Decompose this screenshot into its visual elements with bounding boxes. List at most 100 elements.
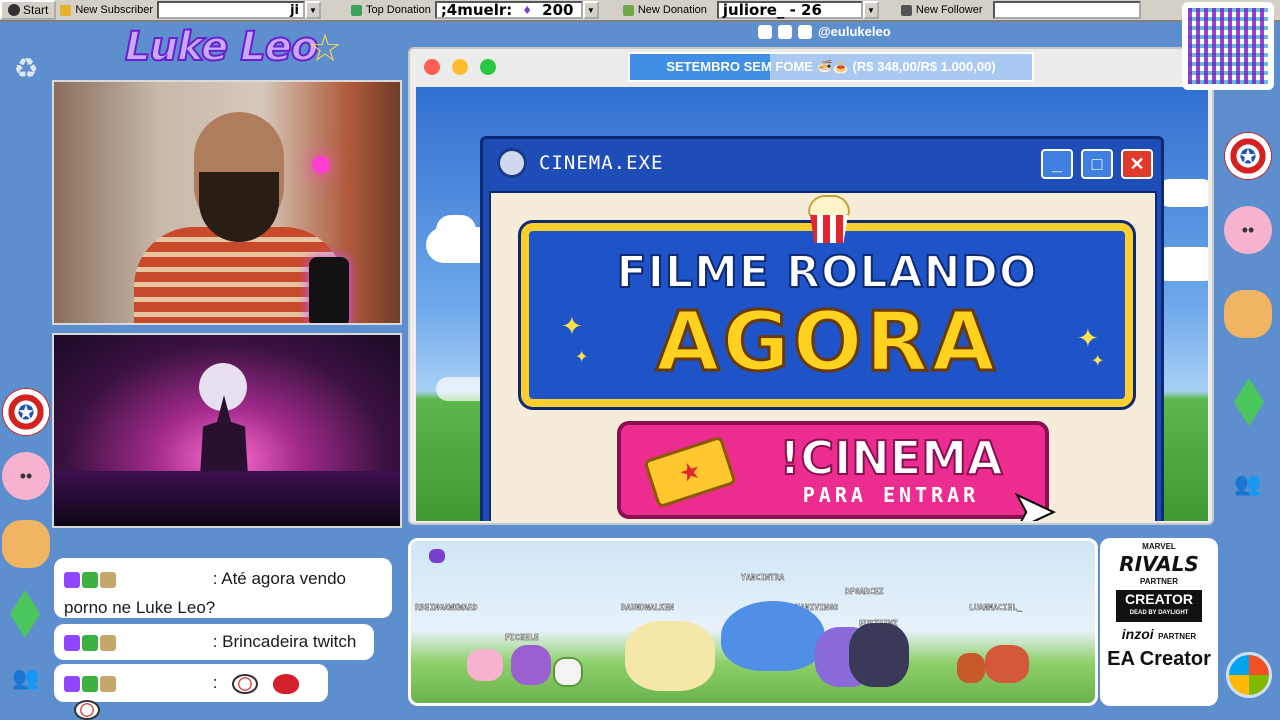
plumbob-gem-icon-right[interactable] bbox=[1234, 378, 1264, 426]
maximize-button[interactable]: □ bbox=[1081, 149, 1113, 179]
new-follower-field bbox=[992, 1, 1141, 19]
pet-sprite bbox=[721, 601, 825, 671]
channel-logo: Luke Leo bbox=[124, 23, 319, 71]
pet-sprite bbox=[511, 645, 551, 685]
rivals-partner-label: PARTNER bbox=[1139, 577, 1179, 586]
star-icon: ☆ bbox=[308, 28, 343, 70]
close-dot-button[interactable] bbox=[424, 59, 440, 75]
top-donation-icon bbox=[350, 4, 362, 16]
pet-sprite bbox=[553, 657, 583, 687]
donation-goal-bar: SETEMBRO SEM FOME 🍜🍝 (R$ 348,00/R$ 1.000… bbox=[628, 52, 1034, 82]
new-follower-icon bbox=[900, 4, 912, 16]
webcam-feed bbox=[52, 80, 402, 325]
qr-code bbox=[1182, 2, 1274, 90]
cinema-body: FILME ROLANDO AGORA ✦ ✦ ✦ ✦ ★ !CINEMA PA… bbox=[489, 191, 1157, 521]
pet-name: BAUNDWALKEN bbox=[621, 603, 674, 612]
subscriber-icon bbox=[60, 4, 72, 16]
marvel-label: MARVEL bbox=[1142, 542, 1176, 551]
windows-orb-icon[interactable] bbox=[1226, 652, 1272, 698]
partner-badges: MARVEL RIVALS PARTNER CREATOR DEAD BY DA… bbox=[1100, 538, 1218, 706]
blonde-face-icon-right[interactable] bbox=[1224, 290, 1272, 338]
cinema-title: CINEMA.EXE bbox=[539, 152, 664, 174]
art-ground bbox=[54, 471, 400, 526]
minimize-dot-button[interactable] bbox=[452, 59, 468, 75]
top-donation-name: ;4muelr: bbox=[440, 1, 513, 19]
subscriber-field: ji bbox=[156, 1, 305, 19]
minimize-button[interactable]: _ bbox=[1041, 149, 1073, 179]
sparkle-icon: ✦ bbox=[561, 311, 583, 341]
ticket-icon: ★ bbox=[643, 435, 737, 509]
pet-name: FICHELE bbox=[505, 633, 539, 642]
top-donation-label: Top Donation bbox=[365, 4, 431, 16]
pet-name: DFGARCEZ bbox=[845, 587, 884, 596]
msn-people-icon[interactable]: 👥 bbox=[2, 654, 50, 702]
chat-message-1: : Até agora vendo porno ne Luke Leo? bbox=[54, 558, 392, 618]
pointer-cursor-icon: ➤ bbox=[1010, 480, 1057, 521]
start-logo-icon bbox=[8, 4, 20, 16]
new-donation-dropdown[interactable]: ▼ bbox=[862, 1, 879, 19]
jigglypuff-icon-right[interactable]: •• bbox=[1224, 206, 1272, 254]
film-reel-icon bbox=[497, 148, 527, 178]
command-text: !CINEMA bbox=[778, 430, 1003, 486]
pet-sprite bbox=[849, 623, 909, 687]
pokeball-emote-icon bbox=[74, 699, 100, 720]
ea-creator-logo: EA Creator bbox=[1107, 648, 1211, 670]
command-subtext: PARA ENTRAR bbox=[802, 483, 980, 507]
cinema-command-button[interactable]: ★ !CINEMA PARA ENTRAR bbox=[617, 421, 1049, 519]
new-follower-label: New Follower bbox=[915, 4, 983, 16]
chat-message-text: : Brincadeira twitch bbox=[212, 632, 357, 651]
microphone bbox=[309, 257, 349, 323]
main-window: SETEMBRO SEM FOME 🍜🍝 (R$ 348,00/R$ 1.000… bbox=[408, 47, 1214, 525]
lips-emote-icon bbox=[272, 673, 299, 694]
recycle-bin-icon[interactable]: ♻ bbox=[2, 44, 50, 92]
new-donation-icon bbox=[622, 4, 634, 16]
pixel-pets-panel: RBEINGAWKWARD FICHELE BAUNDWALKEN YANCIN… bbox=[408, 538, 1098, 706]
background-art bbox=[52, 333, 402, 528]
maximize-dot-button[interactable] bbox=[480, 59, 496, 75]
dbd-creator-badge: CREATOR DEAD BY DAYLIGHT bbox=[1116, 590, 1202, 622]
youtube-icon bbox=[798, 24, 812, 39]
twitter-icon bbox=[778, 24, 792, 39]
start-button[interactable]: Start bbox=[0, 0, 57, 20]
pet-sprite bbox=[985, 645, 1029, 683]
headline-line1: FILME ROLANDO bbox=[616, 246, 1038, 299]
donation-goal-text: SETEMBRO SEM FOME 🍜🍝 (R$ 348,00/R$ 1.000… bbox=[666, 59, 996, 74]
dbd-label: DEAD BY DAYLIGHT bbox=[1129, 610, 1189, 616]
new-donation-tab[interactable]: New Donation bbox=[619, 0, 711, 20]
instagram-icon bbox=[758, 24, 772, 39]
pet-name: RBEINGAWKWARD bbox=[415, 603, 478, 612]
popcorn-icon bbox=[802, 195, 856, 245]
subscriber-dropdown[interactable]: ▼ bbox=[304, 1, 321, 19]
jigglypuff-icon[interactable]: •• bbox=[2, 452, 50, 500]
chat-message-text: : bbox=[212, 673, 218, 692]
pokeball-emote-icon bbox=[232, 673, 259, 694]
close-button[interactable]: ✕ bbox=[1121, 149, 1153, 179]
pet-sprite bbox=[467, 649, 503, 681]
pet-sprite bbox=[957, 653, 985, 683]
chat-message-3: : bbox=[54, 664, 328, 720]
sparkle-icon: ✦ bbox=[1091, 353, 1105, 370]
chat-badges bbox=[64, 634, 116, 651]
top-donation-dropdown[interactable]: ▼ bbox=[582, 1, 599, 19]
social-bar: @eulukeleo bbox=[758, 24, 891, 39]
start-label: Start bbox=[23, 3, 49, 17]
sparkle-icon: ✦ bbox=[575, 349, 589, 366]
top-donation-tab[interactable]: Top Donation bbox=[347, 0, 435, 20]
new-donation-label: New Donation bbox=[637, 4, 707, 16]
sky-scene: CINEMA.EXE _ □ ✕ FILME ROLANDO AGORA ✦ ✦… bbox=[416, 87, 1208, 521]
marquee-sign: FILME ROLANDO AGORA ✦ ✦ ✦ ✦ bbox=[521, 223, 1133, 407]
headline-line2: AGORA bbox=[654, 294, 999, 392]
blonde-face-icon[interactable] bbox=[2, 520, 50, 568]
chat-badges bbox=[64, 571, 116, 588]
captain-shield-icon-right[interactable]: ★ bbox=[1224, 132, 1272, 180]
inzoi-logo: inzoi bbox=[1121, 626, 1154, 642]
new-follower-tab[interactable]: New Follower bbox=[897, 0, 987, 20]
streamer bbox=[134, 112, 344, 323]
new-subscriber-tab[interactable]: New Subscriber bbox=[56, 0, 157, 20]
creator-label: CREATOR bbox=[1125, 591, 1193, 607]
rivals-logo: RIVALS bbox=[1119, 552, 1199, 576]
plumbob-gem-icon[interactable] bbox=[10, 590, 40, 638]
sparkle-icon: ✦ bbox=[1077, 323, 1099, 353]
msn-people-icon-right[interactable]: 👥 bbox=[1224, 460, 1272, 508]
captain-shield-icon[interactable]: ★ bbox=[2, 388, 50, 436]
